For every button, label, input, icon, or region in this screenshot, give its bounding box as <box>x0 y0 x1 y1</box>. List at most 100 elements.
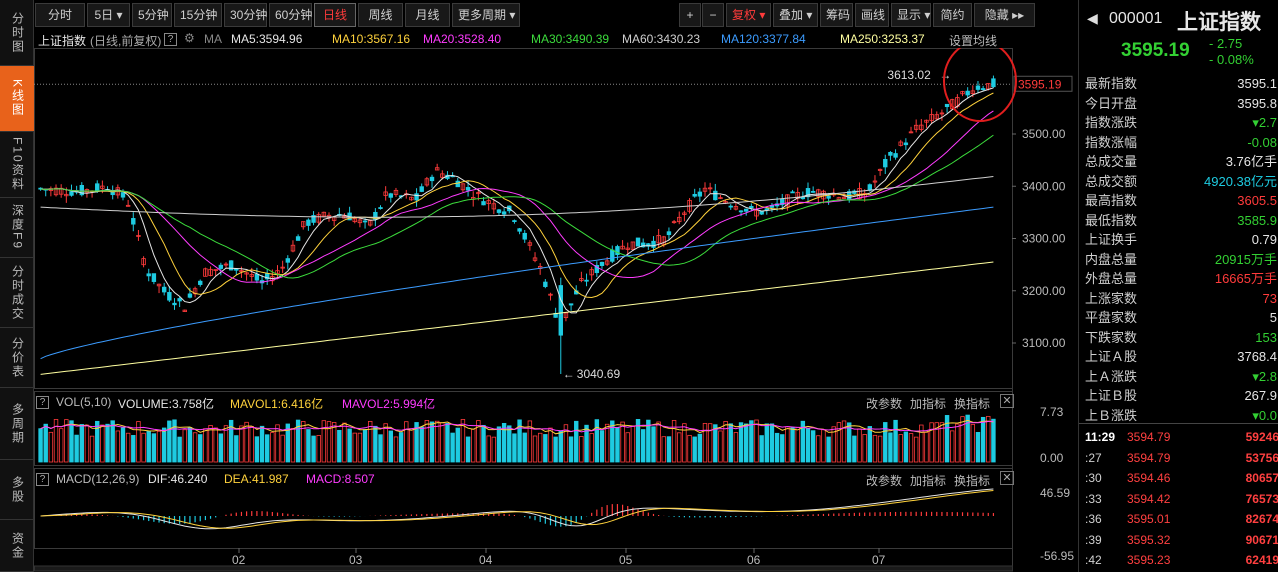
left-nav-item[interactable]: 分价表 <box>0 328 34 388</box>
tick-volume: 76573 <box>1245 491 1278 506</box>
volume-help-icon[interactable]: ? <box>36 394 54 409</box>
period-tab[interactable]: 周线 <box>358 3 403 27</box>
left-nav-item[interactable]: K线图 <box>0 66 34 132</box>
vol-swap-indicator[interactable]: 换指标 <box>954 395 990 412</box>
quote-row: 下跌家数 153 <box>1085 328 1278 347</box>
volume-bar <box>409 428 414 463</box>
volume-axis-bottom: 0.00 <box>1040 451 1064 465</box>
volume-bar <box>986 415 991 463</box>
volume-bar <box>141 432 146 463</box>
quote-row-label: 总成交量 <box>1085 154 1138 169</box>
left-nav-item[interactable]: 资金 <box>0 520 34 572</box>
period-tab[interactable]: 15分钟 <box>174 3 222 27</box>
volume-bar <box>970 424 976 463</box>
ma-settings-link[interactable]: 设置均线 <box>949 32 997 49</box>
volume-bar <box>115 430 121 463</box>
toolbar-button[interactable]: 复权 ▾ <box>726 3 771 27</box>
candle-body <box>543 281 548 287</box>
toolbar-button[interactable]: 简约 <box>933 3 972 27</box>
toolbar-button[interactable]: 筹码 <box>820 3 853 27</box>
toolbar-button[interactable]: 显示 ▾ <box>891 3 931 27</box>
macd-swap-indicator[interactable]: 换指标 <box>954 472 990 489</box>
period-tab[interactable]: 月线 <box>405 3 450 27</box>
period-tab[interactable]: 日线 <box>314 3 356 27</box>
period-tab[interactable]: 5分钟 <box>132 3 172 27</box>
period-tab[interactable]: 30分钟 <box>224 3 267 27</box>
volume-bar <box>177 436 182 463</box>
volume-bar <box>615 427 620 463</box>
macd-dif: DIF:46.240 <box>148 472 208 486</box>
vol-change-params[interactable]: 改参数 <box>866 395 902 412</box>
candle-body <box>120 192 126 198</box>
tick-price: 3595.01 <box>1127 512 1171 526</box>
volume-bar <box>249 426 254 463</box>
high-annotation: 3613.02 <box>887 68 931 82</box>
candle-body <box>743 208 749 212</box>
volume-bar <box>198 434 203 463</box>
chart-scrollbar[interactable] <box>34 565 1013 572</box>
toolbar-button[interactable]: 叠加 ▾ <box>773 3 818 27</box>
volume-bar <box>368 420 373 463</box>
volume-bar <box>816 435 821 463</box>
x-axis-label: 04 <box>479 553 493 567</box>
ma5-value: MA5:3594.96 <box>231 32 303 46</box>
candle-body <box>800 196 806 200</box>
volume-bar <box>749 420 754 463</box>
candle-body <box>429 176 435 182</box>
left-nav-item[interactable]: F10资料 <box>0 132 34 198</box>
toolbar-button[interactable]: − <box>702 3 724 27</box>
vol-close-icon[interactable]: ✕ <box>1000 394 1014 408</box>
candle-body <box>666 231 672 236</box>
candle-body <box>198 280 203 285</box>
period-tab[interactable]: 分时 <box>35 3 85 27</box>
quote-row-value: 3595.1 <box>1237 76 1277 91</box>
left-nav-item[interactable]: 多股 <box>0 460 34 520</box>
volume-bar <box>424 420 430 463</box>
candle-body <box>893 153 898 158</box>
volume-bar <box>857 428 862 463</box>
toolbar-button[interactable]: + <box>679 3 701 27</box>
period-tab[interactable]: 更多周期 ▾ <box>452 3 520 27</box>
left-nav-item[interactable]: 深度F9 <box>0 198 34 258</box>
volume-bar <box>208 425 213 463</box>
volume-bar <box>769 423 775 463</box>
toolbar-button[interactable]: 画线 <box>855 3 889 27</box>
volume-bar <box>759 435 764 463</box>
volume-bar <box>203 428 208 463</box>
candle-body <box>131 218 136 225</box>
kline-chart[interactable]: 3500.00 3400.00 3300.00 3200.00 3100.00 3595.… <box>34 48 1078 572</box>
quote-row-value: 4920.38亿元 <box>1204 173 1277 189</box>
macd-close-icon[interactable]: ✕ <box>1000 471 1014 485</box>
quote-row-label: 最低指数 <box>1085 212 1138 228</box>
candle-body <box>944 103 950 108</box>
back-arrow-icon[interactable]: ◀ <box>1087 10 1098 27</box>
candle-body <box>692 193 697 197</box>
macd-dea: DEA:41.987 <box>224 472 289 486</box>
volume-bar <box>471 428 476 463</box>
quote-row-value: 5 <box>1269 310 1277 325</box>
volume-bar <box>718 430 723 463</box>
tick-time: :36 <box>1085 512 1102 526</box>
macd-help-icon[interactable]: ? <box>36 471 54 486</box>
toolbar-button[interactable]: 隐藏 ▸▸ <box>974 3 1035 27</box>
candle-body <box>810 190 816 193</box>
left-nav-item[interactable]: 分时成交 <box>0 258 34 328</box>
candle-body <box>517 228 522 232</box>
candle-body <box>146 273 151 277</box>
gear-icon[interactable]: ⚙ <box>184 31 195 45</box>
help-icon[interactable]: ? <box>164 31 182 46</box>
candle-body <box>161 286 167 293</box>
volume-bar <box>522 432 527 463</box>
period-tab[interactable]: 60分钟 <box>269 3 312 27</box>
volume-bar <box>847 422 852 463</box>
left-nav-item[interactable]: 多周期 <box>0 388 34 460</box>
macd-change-params[interactable]: 改参数 <box>866 472 902 489</box>
volume-bar <box>965 414 970 463</box>
volume-bar <box>259 425 265 463</box>
vol-add-indicator[interactable]: 加指标 <box>910 395 946 412</box>
volume-bar <box>687 434 692 463</box>
macd-add-indicator[interactable]: 加指标 <box>910 472 946 489</box>
period-tab[interactable]: 5日 ▾ <box>87 3 130 27</box>
left-nav-item[interactable]: 分时图 <box>0 0 34 66</box>
volume-bar <box>445 423 450 463</box>
